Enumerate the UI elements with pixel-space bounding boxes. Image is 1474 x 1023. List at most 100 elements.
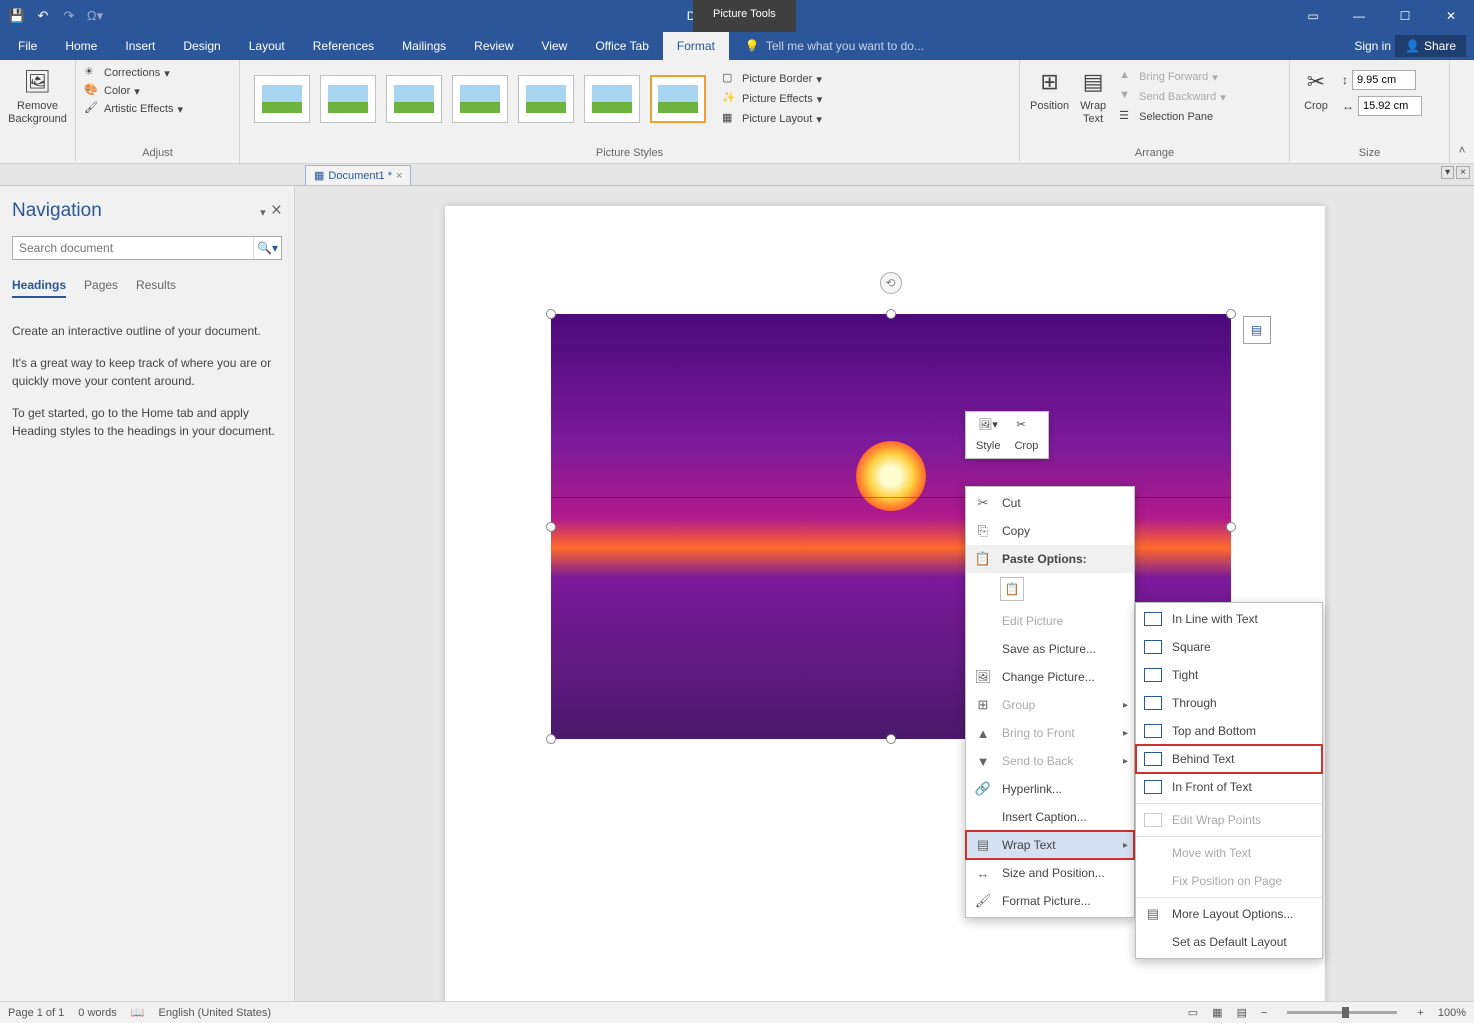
maximize-icon[interactable]: ☐ [1382, 0, 1428, 32]
paste-option-button[interactable]: 📋 [1000, 577, 1024, 601]
style-thumb[interactable] [254, 75, 310, 123]
wrap-tight[interactable]: Tight [1136, 661, 1322, 689]
nav-search[interactable]: 🔍▾ [12, 236, 282, 260]
tab-mailings[interactable]: Mailings [388, 32, 460, 60]
status-words[interactable]: 0 words [78, 1007, 117, 1019]
zoom-in-icon[interactable]: + [1417, 1007, 1423, 1019]
style-thumb[interactable] [518, 75, 574, 123]
remove-background-button[interactable]: 🖼 Remove Background [6, 64, 69, 128]
corrections-button[interactable]: ☀Corrections ▾ [82, 64, 233, 82]
width-input[interactable] [1358, 96, 1422, 116]
search-icon[interactable]: 🔍▾ [253, 237, 281, 259]
tab-insert[interactable]: Insert [111, 32, 169, 60]
picture-layout-button[interactable]: ▦Picture Layout ▾ [720, 110, 824, 128]
style-thumb[interactable] [452, 75, 508, 123]
redo-icon[interactable]: ↷ [60, 7, 78, 25]
view-read-icon[interactable]: ▭ [1188, 1006, 1198, 1019]
ctx-format-picture[interactable]: 🖌Format Picture... [966, 887, 1134, 915]
selection-handle[interactable] [886, 734, 896, 744]
tell-me-search[interactable]: 💡Tell me what you want to do... [729, 39, 924, 53]
selection-handle[interactable] [1226, 522, 1236, 532]
nav-dropdown-icon[interactable]: ▾ [260, 207, 266, 219]
nav-close-icon[interactable]: × [271, 200, 282, 221]
artistic-effects-button[interactable]: 🖌Artistic Effects ▾ [82, 100, 233, 118]
document-tab[interactable]: ▦Document1 *× [305, 165, 411, 185]
crop-button[interactable]: ✂Crop [1296, 64, 1336, 116]
style-thumb[interactable] [584, 75, 640, 123]
picture-styles-gallery[interactable] [246, 67, 714, 131]
spellcheck-icon[interactable]: 📖 [131, 1006, 145, 1019]
tab-design[interactable]: Design [169, 32, 234, 60]
zoom-level[interactable]: 100% [1438, 1007, 1466, 1019]
document-canvas[interactable]: ⟲ ▤ 🖼▾Style ✂Crop ✂Cut ⎘Copy 📋Paste Opti… [295, 186, 1474, 1001]
picture-border-button[interactable]: ▢Picture Border ▾ [720, 70, 824, 88]
tab-file[interactable]: File [4, 32, 51, 60]
ctx-hyperlink[interactable]: 🔗Hyperlink... [966, 775, 1134, 803]
selection-handle[interactable] [886, 309, 896, 319]
rotate-handle-icon[interactable]: ⟲ [880, 272, 902, 294]
sign-in-link[interactable]: Sign in [1354, 39, 1391, 53]
selection-handle[interactable] [1226, 309, 1236, 319]
position-button[interactable]: ⊞Position [1026, 64, 1073, 130]
tab-view[interactable]: View [528, 32, 582, 60]
tab-review[interactable]: Review [460, 32, 527, 60]
wrap-more-options[interactable]: ▤More Layout Options... [1136, 900, 1322, 928]
collapse-ribbon-icon[interactable]: ˄ [1458, 143, 1465, 157]
close-tab-icon[interactable]: × [396, 170, 402, 182]
mini-crop-button[interactable]: ✂Crop [1008, 416, 1044, 454]
nav-tab-results[interactable]: Results [136, 278, 176, 298]
style-thumb[interactable] [386, 75, 442, 123]
ctx-save-as-picture[interactable]: Save as Picture... [966, 635, 1134, 663]
tab-dropdown-icon[interactable]: ▾ [1441, 166, 1454, 179]
nav-tab-headings[interactable]: Headings [12, 278, 66, 298]
layout-options-button[interactable]: ▤ [1243, 316, 1271, 344]
wrap-in-front[interactable]: In Front of Text [1136, 773, 1322, 801]
wrap-square[interactable]: Square [1136, 633, 1322, 661]
status-language[interactable]: English (United States) [159, 1007, 272, 1019]
share-button[interactable]: 👤Share [1395, 35, 1466, 57]
selection-handle[interactable] [546, 522, 556, 532]
nav-tab-pages[interactable]: Pages [84, 278, 118, 298]
wrap-text-button[interactable]: ▤Wrap Text [1073, 64, 1113, 130]
tab-office-tab[interactable]: Office Tab [581, 32, 663, 60]
zoom-slider[interactable] [1287, 1011, 1397, 1014]
minimize-icon[interactable]: — [1336, 0, 1382, 32]
tab-close-icon[interactable]: × [1456, 166, 1470, 179]
save-icon[interactable]: 💾 [8, 7, 26, 25]
picture-effects-button[interactable]: ✨Picture Effects ▾ [720, 90, 824, 108]
ctx-size-position[interactable]: ↔Size and Position... [966, 859, 1134, 887]
view-print-icon[interactable]: ▦ [1212, 1006, 1222, 1019]
tab-format[interactable]: Format [663, 32, 729, 60]
ctx-cut[interactable]: ✂Cut [966, 489, 1134, 517]
height-input[interactable] [1352, 70, 1416, 90]
omega-icon[interactable]: Ω▾ [86, 7, 104, 25]
ctx-wrap-text[interactable]: ▤Wrap Text▸ [966, 831, 1134, 859]
tab-references[interactable]: References [299, 32, 388, 60]
bring-forward-button[interactable]: ▲Bring Forward ▾ [1117, 68, 1228, 86]
tab-layout[interactable]: Layout [235, 32, 299, 60]
wrap-default-layout[interactable]: Set as Default Layout [1136, 928, 1322, 956]
wrap-inline[interactable]: In Line with Text [1136, 605, 1322, 633]
status-page[interactable]: Page 1 of 1 [8, 1007, 64, 1019]
wrap-through[interactable]: Through [1136, 689, 1322, 717]
selection-handle[interactable] [546, 734, 556, 744]
wrap-top-bottom[interactable]: Top and Bottom [1136, 717, 1322, 745]
ctx-change-picture[interactable]: 🖼Change Picture... [966, 663, 1134, 691]
mini-style-button[interactable]: 🖼▾Style [970, 416, 1006, 454]
close-icon[interactable]: ✕ [1428, 0, 1474, 32]
wrap-behind-text[interactable]: Behind Text [1136, 745, 1322, 773]
ctx-copy[interactable]: ⎘Copy [966, 517, 1134, 545]
ctx-insert-caption[interactable]: Insert Caption... [966, 803, 1134, 831]
ribbon-display-icon[interactable]: ▭ [1290, 0, 1336, 32]
style-thumb[interactable] [320, 75, 376, 123]
send-backward-button[interactable]: ▼Send Backward ▾ [1117, 88, 1228, 106]
view-web-icon[interactable]: ▤ [1237, 1006, 1247, 1019]
zoom-out-icon[interactable]: − [1261, 1007, 1267, 1019]
search-input[interactable] [13, 237, 253, 259]
style-thumb[interactable] [650, 75, 706, 123]
selection-pane-button[interactable]: ☰Selection Pane [1117, 108, 1228, 126]
tab-home[interactable]: Home [51, 32, 111, 60]
color-button[interactable]: 🎨Color ▾ [82, 82, 233, 100]
undo-icon[interactable]: ↶ [34, 7, 52, 25]
selection-handle[interactable] [546, 309, 556, 319]
